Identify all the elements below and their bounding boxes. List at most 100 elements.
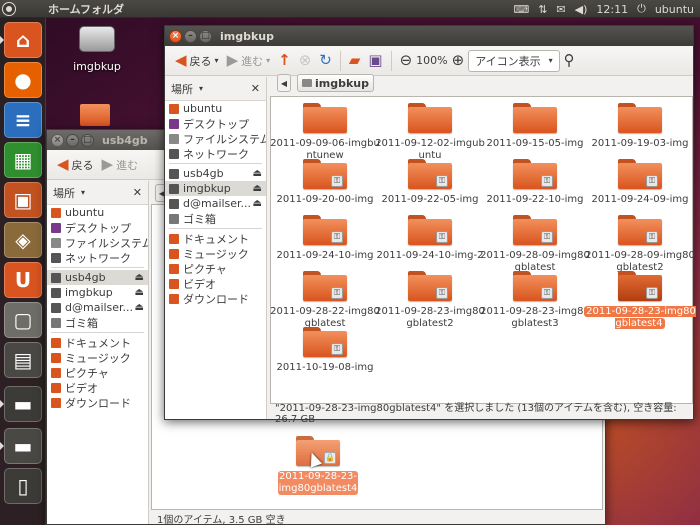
eject-icon[interactable]: ⏏ (253, 168, 262, 179)
up-button[interactable]: ↑ (274, 49, 295, 73)
home-folder-launcher[interactable]: ⌂ (4, 22, 42, 58)
sidebar-item[interactable]: ネットワーク (165, 146, 266, 161)
chevron-down-icon[interactable]: ▾ (199, 84, 203, 93)
close-sidebar-icon[interactable]: ✕ (133, 186, 142, 199)
folder-item[interactable]: ⚿ 2011-09-22-10-img (479, 159, 591, 206)
zoom-in-button[interactable]: ⊕ (448, 49, 469, 73)
desktop-drive-icon[interactable]: imgbkup (68, 26, 126, 73)
folder-item[interactable]: ⚿ 2011-10-19-08-img (269, 327, 381, 374)
folder-item[interactable]: ⚿ 2011-09-28-09-img80gblatest (479, 215, 591, 274)
sidebar-item[interactable]: imgbkup ⏏ (165, 181, 266, 196)
close-icon[interactable]: × (169, 29, 182, 43)
imgbkup-launcher[interactable]: ▬ (4, 428, 42, 464)
sidebar-item[interactable]: ネットワーク (47, 250, 148, 265)
sidebar-item[interactable]: ミュージック (165, 246, 266, 261)
folder-item[interactable]: ⚿ 2011-09-28-23-img80gblatest3 (479, 271, 591, 330)
impress-launcher[interactable]: ▣ (4, 182, 42, 218)
folder-item[interactable]: ⚿ 2011-09-28-23-img80gblatest2 (374, 271, 486, 330)
maximize-icon[interactable]: □ (199, 29, 212, 43)
trash-launcher[interactable]: ▯ (4, 468, 42, 504)
ubuntu-one-launcher[interactable]: U (4, 262, 42, 298)
stop-button[interactable]: ⊗ (295, 49, 316, 73)
screenshot-launcher[interactable]: ▢ (4, 302, 42, 338)
software-center-launcher[interactable]: ◈ (4, 222, 42, 258)
sidebar-item[interactable]: ubuntu (47, 205, 148, 220)
desktop-folder-icon[interactable] (80, 104, 110, 126)
chevron-down-icon[interactable]: ▾ (81, 188, 85, 197)
dragged-folder[interactable]: 🔒 2011-09-28-23-img80gblatest4 (278, 436, 358, 495)
view-mode-select[interactable]: アイコン表示 ▾ (468, 49, 560, 72)
sidebar-item[interactable]: imgbkup ⏏ (47, 285, 148, 300)
sidebar-item[interactable]: ピクチャ (165, 261, 266, 276)
sidebar-item[interactable]: ビデオ (47, 380, 148, 395)
close-icon[interactable]: × (51, 133, 64, 147)
calc-launcher[interactable]: ▦ (4, 142, 42, 178)
eject-icon[interactable]: ⏏ (135, 272, 144, 283)
sidebar-item[interactable]: デスクトップ (47, 220, 148, 235)
sidebar-item[interactable]: ダウンロード (165, 291, 266, 306)
power-icon[interactable]: ⏻ (637, 2, 646, 16)
folder-item[interactable]: 2011-09-15-05-img (479, 103, 591, 150)
workspaces-launcher[interactable]: ▤ (4, 342, 42, 378)
folder-item[interactable]: ⚿ 2011-09-24-10-img-2 (374, 215, 486, 262)
mail-icon[interactable]: ✉ (556, 3, 565, 16)
back-button[interactable]: ◀ 戻る ▾ (171, 49, 223, 73)
clock[interactable]: 12:11 (596, 3, 628, 16)
computer-button[interactable]: ▣ (364, 49, 386, 73)
ubuntu-logo-icon[interactable] (0, 0, 18, 18)
home-button[interactable]: ▰ (345, 49, 365, 73)
sidebar-item[interactable]: ミュージック (47, 350, 148, 365)
reload-button[interactable]: ↻ (315, 49, 336, 73)
sidebar-item[interactable]: ファイルシステム (47, 235, 148, 250)
folder-item[interactable]: 2011-09-19-03-img (584, 103, 696, 150)
sidebar-item[interactable]: ゴミ箱 (47, 315, 148, 330)
usb4gb-launcher[interactable]: ▬ (4, 386, 42, 422)
sidebar-item[interactable]: ビデオ (165, 276, 266, 291)
folder-item[interactable]: ⚿ 2011-09-28-22-img80gblatest (269, 271, 381, 330)
sidebar-item[interactable]: usb4gb ⏏ (165, 166, 266, 181)
sidebar-item[interactable]: usb4gb ⏏ (47, 270, 148, 285)
chevron-down-icon[interactable]: ▾ (215, 56, 219, 65)
sidebar-item[interactable]: ubuntu (165, 101, 266, 116)
path-left-arrow-icon[interactable]: ◀ (277, 74, 291, 92)
sidebar-item[interactable]: デスクトップ (165, 116, 266, 131)
sidebar-item[interactable]: ゴミ箱 (165, 211, 266, 226)
sidebar-item[interactable]: ファイルシステム (165, 131, 266, 146)
folder-item[interactable]: ⚿ 2011-09-24-09-img (584, 159, 696, 206)
folder-item[interactable]: ⚿ 2011-09-22-05-img (374, 159, 486, 206)
sidebar-item[interactable]: d@mailser... ⏏ (47, 300, 148, 315)
folder-item[interactable]: ⚿ 2011-09-28-23-img80gblatest4 (584, 271, 696, 330)
zoom-out-button[interactable]: ⊖ (396, 49, 417, 73)
forward-button[interactable]: ▶ 進む (98, 153, 143, 177)
close-sidebar-icon[interactable]: ✕ (251, 82, 260, 95)
breadcrumb[interactable]: imgbkup (297, 74, 375, 92)
chevron-down-icon[interactable]: ▾ (266, 56, 270, 65)
maximize-icon[interactable]: □ (81, 133, 94, 147)
search-button[interactable]: ⚲ (560, 49, 579, 73)
keyboard-icon[interactable]: ⌨ (513, 3, 529, 16)
eject-icon[interactable]: ⏏ (135, 287, 144, 298)
user-name[interactable]: ubuntu (655, 3, 694, 16)
sidebar-item[interactable]: ピクチャ (47, 365, 148, 380)
eject-icon[interactable]: ⏏ (253, 198, 262, 209)
network-icon[interactable]: ⇅ (538, 3, 547, 16)
firefox-launcher[interactable]: ● (4, 62, 42, 98)
minimize-icon[interactable]: – (184, 29, 197, 43)
sidebar-item[interactable]: ドキュメント (165, 231, 266, 246)
folder-item[interactable]: ⚿ 2011-09-24-10-img (269, 215, 381, 262)
minimize-icon[interactable]: – (66, 133, 79, 147)
eject-icon[interactable]: ⏏ (253, 183, 262, 194)
writer-launcher[interactable]: ≡ (4, 102, 42, 138)
places-header[interactable]: 場所 ▾ ✕ (47, 181, 148, 205)
folder-item[interactable]: 2011-09-09-06-imgbuntunew (269, 103, 381, 162)
places-header[interactable]: 場所 ▾ ✕ (165, 77, 266, 101)
eject-icon[interactable]: ⏏ (135, 302, 144, 313)
sidebar-item[interactable]: d@mailser... ⏏ (165, 196, 266, 211)
volume-icon[interactable]: ◀) (575, 3, 588, 16)
folder-item[interactable]: 2011-09-12-02-imgubuntu (374, 103, 486, 162)
back-button[interactable]: ◀ 戻る (53, 153, 98, 177)
folder-item[interactable]: ⚿ 2011-09-20-00-img (269, 159, 381, 206)
folder-item[interactable]: ⚿ 2011-09-28-09-img80gblatest2 (584, 215, 696, 274)
sidebar-item[interactable]: ドキュメント (47, 335, 148, 350)
imgbkup-titlebar[interactable]: × – □ imgbkup (165, 26, 693, 46)
